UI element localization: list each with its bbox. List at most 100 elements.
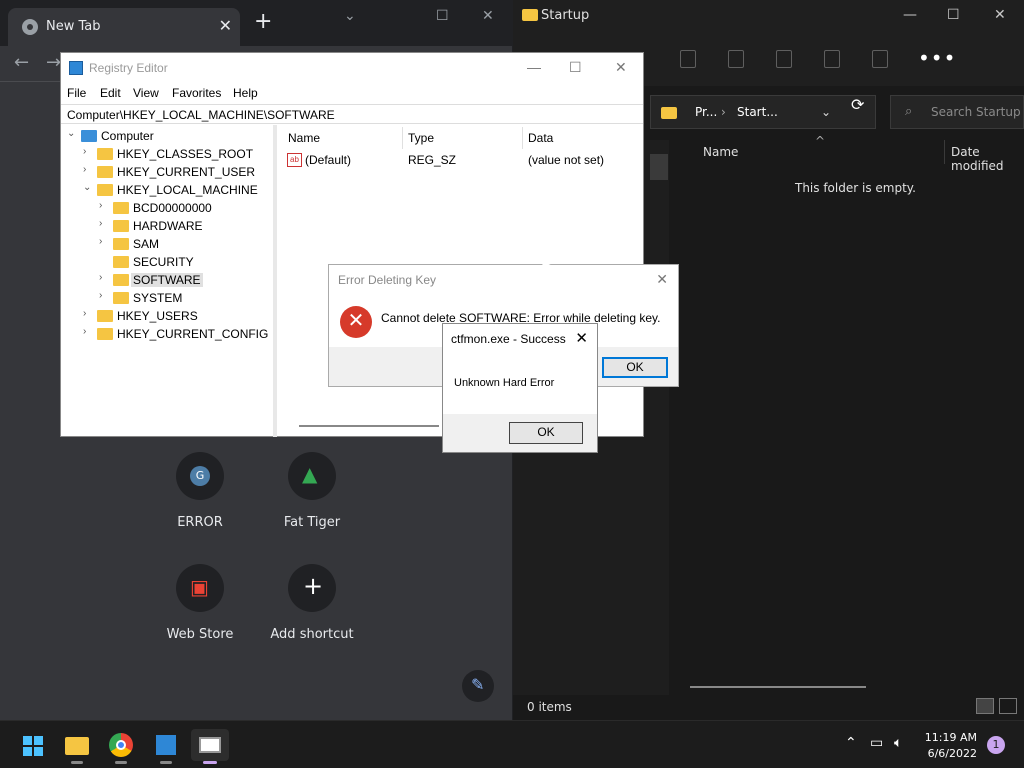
chevron-right-icon[interactable]: › — [99, 236, 109, 247]
column-header-date[interactable]: Date modified — [951, 145, 1024, 173]
forward-arrow-icon[interactable]: → — [46, 52, 61, 73]
close-icon[interactable]: ✕ — [482, 8, 494, 24]
taskbar-chrome[interactable] — [105, 729, 137, 764]
dialog-message: Unknown Hard Error — [454, 377, 555, 389]
new-tab-button[interactable]: + — [254, 11, 272, 33]
delete-icon[interactable] — [872, 50, 888, 68]
horizontal-scrollbar[interactable] — [299, 425, 439, 427]
taskbar-active-app[interactable] — [191, 729, 229, 764]
taskbar-file-explorer[interactable] — [61, 729, 93, 764]
web-store-icon: ▣ — [190, 575, 209, 599]
column-header-name[interactable]: Name — [703, 145, 738, 159]
taskbar-registry-editor-pinned[interactable] — [150, 729, 182, 764]
close-icon[interactable]: ✕ — [656, 271, 668, 288]
chrome-tabstrip: New Tab ✕ + ⌄ ☐ ✕ — [0, 0, 512, 46]
chevron-right-icon[interactable]: › — [99, 290, 109, 301]
close-icon[interactable]: ✕ — [615, 59, 627, 76]
address-bar[interactable]: Pr... › Start... ⌄ — [650, 95, 876, 129]
refresh-icon[interactable]: ⟳ — [851, 95, 864, 114]
navigation-selection[interactable] — [650, 154, 668, 180]
maximize-icon[interactable]: ☐ — [947, 7, 960, 23]
chevron-right-icon[interactable]: › — [83, 308, 93, 319]
close-icon[interactable]: ✕ — [575, 329, 588, 347]
regedit-menubar: File Edit View Favorites Help — [61, 83, 643, 103]
tree-label: HKEY_CURRENT_CONFIG — [117, 327, 269, 341]
breadcrumb-item[interactable]: Pr... — [695, 105, 717, 119]
shortcut-fat-tiger[interactable]: ▲ Fat Tiger — [256, 452, 368, 530]
close-tab-icon[interactable]: ✕ — [219, 16, 232, 35]
tree-label: SECURITY — [133, 255, 194, 269]
details-view-icon[interactable] — [976, 698, 994, 714]
search-icon: ⌕ — [905, 104, 913, 119]
folder-icon — [661, 107, 677, 119]
share-icon[interactable] — [824, 50, 840, 68]
chevron-right-icon[interactable]: › — [99, 200, 109, 211]
chevron-up-icon[interactable]: ⌃ — [845, 735, 857, 751]
active-indicator — [203, 761, 217, 764]
horizontal-scrollbar[interactable] — [690, 686, 866, 688]
menu-file[interactable]: File — [67, 86, 86, 100]
shortcut-circle: ▣ — [176, 564, 224, 612]
chrome-tab-new-tab[interactable]: New Tab ✕ — [8, 8, 240, 46]
column-divider[interactable] — [402, 127, 403, 149]
chevron-right-icon[interactable]: › — [83, 146, 93, 157]
shortcut-add[interactable]: + Add shortcut — [256, 564, 368, 642]
volume-icon[interactable]: 🔈︎ — [894, 735, 902, 751]
tree-label: HKEY_CLASSES_ROOT — [117, 147, 254, 161]
close-icon[interactable]: ✕ — [994, 7, 1006, 23]
chevron-right-icon[interactable]: › — [99, 272, 109, 283]
network-icon[interactable]: ▭ — [870, 735, 883, 751]
tree-label: SAM — [133, 237, 160, 251]
chevron-right-icon[interactable]: › — [83, 164, 93, 175]
menu-favorites[interactable]: Favorites — [172, 86, 221, 100]
computer-icon — [81, 130, 97, 142]
tree-label: SOFTWARE — [131, 273, 203, 287]
shortcut-web-store[interactable]: ▣ Web Store — [144, 564, 256, 642]
search-placeholder: Search Startup — [931, 105, 1021, 119]
customize-pencil-button[interactable] — [462, 670, 494, 702]
tab-title: New Tab — [46, 19, 101, 34]
notification-badge[interactable]: 1 — [987, 736, 1005, 754]
back-arrow-icon[interactable]: ← — [14, 52, 29, 73]
rename-icon[interactable] — [776, 50, 792, 68]
start-button[interactable] — [16, 729, 48, 761]
menu-view[interactable]: View — [133, 86, 159, 100]
chevron-down-icon[interactable]: ⌄ — [83, 182, 93, 193]
chevron-down-icon[interactable]: ⌄ — [821, 105, 831, 119]
minimize-icon[interactable]: — — [527, 59, 541, 75]
clock-time: 11:19 AM — [924, 731, 977, 744]
dialog-title: ctfmon.exe - Success — [451, 332, 566, 346]
address-path[interactable]: Computer\HKEY_LOCAL_MACHINE\SOFTWARE — [61, 104, 643, 124]
tiles-view-icon[interactable] — [999, 698, 1017, 714]
menu-help[interactable]: Help — [233, 86, 258, 100]
clock[interactable]: 11:19 AM 6/6/2022 — [921, 730, 977, 762]
folder-icon — [113, 238, 129, 250]
shortcut-error[interactable]: G ERROR — [144, 452, 256, 530]
column-header-data[interactable]: Data — [528, 131, 553, 145]
breadcrumb-item[interactable]: Start... — [737, 105, 778, 119]
cut-icon[interactable] — [680, 50, 696, 68]
column-header-type[interactable]: Type — [408, 131, 434, 145]
ok-button[interactable]: OK — [509, 422, 583, 444]
sort-up-icon: ^ — [815, 134, 826, 148]
more-options-icon[interactable]: ••• — [918, 46, 956, 70]
chevron-right-icon[interactable]: › — [99, 218, 109, 229]
column-divider[interactable] — [522, 127, 523, 149]
column-divider[interactable] — [944, 140, 945, 164]
ok-button[interactable]: OK — [602, 357, 668, 378]
search-box[interactable]: ⌕ Search Startup — [890, 95, 1024, 129]
running-indicator — [115, 761, 127, 764]
maximize-icon[interactable]: ☐ — [569, 59, 582, 76]
shortcut-label: ERROR — [177, 515, 223, 530]
copy-icon[interactable] — [728, 50, 744, 68]
maximize-icon[interactable]: ☐ — [436, 8, 449, 24]
chevron-down-icon[interactable]: ⌄ — [67, 128, 77, 139]
menu-edit[interactable]: Edit — [100, 86, 121, 100]
regedit-title: Registry Editor — [89, 61, 168, 75]
google-drive-icon: ▲ — [302, 462, 318, 486]
chevron-down-icon[interactable]: ⌄ — [344, 8, 356, 24]
minimize-icon[interactable]: — — [903, 7, 917, 23]
chevron-right-icon[interactable]: › — [83, 326, 93, 337]
value-name[interactable]: (Default) — [305, 153, 351, 167]
column-header-name[interactable]: Name — [288, 131, 320, 145]
